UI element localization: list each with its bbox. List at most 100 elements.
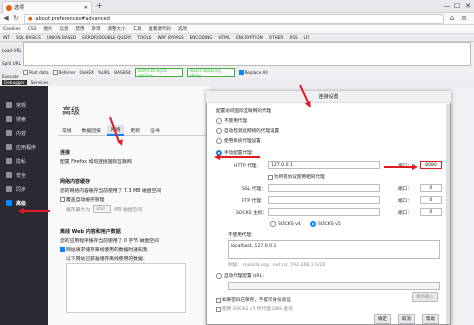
no-proxy-for-textarea[interactable]: localhost, 127.0.0.1	[228, 240, 440, 259]
url-bar[interactable]: ● about:preferences#advanced	[24, 14, 444, 24]
hackbar-url-textarea[interactable]	[23, 42, 471, 66]
hackbar-menu-item[interactable]: ENCODING	[190, 35, 213, 40]
socks-v4-radio[interactable]: SOCKS v4	[270, 221, 301, 227]
menu-icon[interactable]: ≡	[460, 14, 468, 22]
toolbar-item[interactable]: 信息	[59, 26, 68, 32]
toolbar-item[interactable]: 查看源代码	[148, 26, 171, 32]
dialog-scrollbar[interactable]	[446, 104, 450, 324]
auto-proxy-url-radio[interactable]: 自动代理配置 URL：	[216, 273, 267, 279]
firefox-identity-icon: ●	[28, 16, 33, 22]
remote-dns-checkbox[interactable]: 使用 SOCKS v5 时代理 DNS 查询	[216, 306, 293, 312]
toolbar-item[interactable]: 图片	[43, 26, 52, 32]
sidebar-item-applications[interactable]: 应用程序	[0, 140, 48, 154]
http-proxy-input[interactable]: 127.0.0.1	[268, 161, 380, 169]
no-proxy-radio[interactable]: 不使用代理	[216, 118, 247, 124]
help-button[interactable]: 帮助	[422, 314, 439, 324]
socks-v5-radio[interactable]: SOCKS v5	[310, 221, 341, 227]
socks-port-input[interactable]: 0	[420, 208, 442, 216]
cancel-button[interactable]: 取消	[398, 314, 415, 324]
preferences-sidebar: 常规 搜索 内容 应用程序 隐私 安全 同步 高级	[0, 86, 48, 325]
auto-proxy-url-input[interactable]	[228, 282, 440, 290]
reload-icon[interactable]: ↻	[12, 14, 20, 22]
hackbar-menu-item[interactable]: WAF BYPASS	[157, 35, 183, 40]
url-encode-button[interactable]: %URL	[98, 70, 110, 75]
load-url-button[interactable]: Load URL	[2, 44, 22, 57]
tab-certificates[interactable]: 证书	[146, 126, 164, 135]
new-tab-button[interactable]: +	[96, 2, 104, 11]
toolbar-item[interactable]: 调整大小	[107, 26, 125, 32]
hackbar-menu-item[interactable]: UNION BASED	[47, 35, 76, 40]
dialog-title: 连接设置	[206, 91, 451, 103]
referrer-checkbox[interactable]: Referrer	[52, 70, 75, 75]
radio-dot	[216, 273, 222, 279]
hackbar-menu-item[interactable]: TOOLS	[137, 35, 151, 40]
annotation-arrow-head	[18, 208, 24, 214]
hackbar-menu-item[interactable]: HTML	[218, 35, 230, 40]
home-icon[interactable]: ⌂	[448, 14, 456, 22]
reload-button[interactable]: 重新载入	[412, 292, 438, 302]
split-url-button[interactable]: Split URL	[2, 57, 22, 70]
maximize-button[interactable]: ☐	[453, 2, 461, 11]
browser-tab[interactable]: 选项 ✕	[2, 1, 92, 13]
wizard-icon	[6, 200, 12, 206]
hackbar-menu-item[interactable]: ERROR/DOUBLE QUERY	[82, 35, 131, 40]
http-port-input[interactable]: 8080	[420, 161, 442, 169]
hackbar-menu-item[interactable]: OTHER	[269, 35, 284, 40]
sidebar-item-search[interactable]: 搜索	[0, 112, 48, 126]
tab-general[interactable]: 常规	[58, 126, 76, 135]
ftp-proxy-label: FTP 代理：	[242, 199, 266, 204]
hackbar-menu-item[interactable]: XSS	[289, 35, 297, 40]
offline-notify-checkbox[interactable]: 网站请求储存离线使用的数据时通知我	[60, 246, 148, 253]
ftp-proxy-input[interactable]	[268, 196, 380, 204]
ok-button[interactable]: 确定	[374, 314, 391, 324]
hex-button[interactable]: OxHEX	[79, 70, 93, 75]
devtools-strip: Debugger Services	[0, 78, 474, 86]
cache-override-checkbox[interactable]: 覆盖自动缓存管理	[60, 196, 104, 203]
debugger-tab[interactable]: Debugger	[2, 79, 27, 85]
ssl-proxy-input[interactable]	[268, 184, 380, 192]
hackbar-menu-item[interactable]: LFI	[304, 35, 310, 40]
sidebar-item-general[interactable]: 常规	[0, 98, 48, 112]
toolbar-item[interactable]: 工具	[132, 26, 141, 32]
hackbar-menu-item[interactable]: INT	[3, 35, 10, 40]
close-window-button[interactable]: ✕	[464, 2, 472, 11]
minimize-button[interactable]: —	[443, 2, 451, 11]
web-developer-toolbar: Cookies CSS 图片 信息 禁用 杂项 调整大小 工具 查看源代码 选项	[0, 25, 474, 34]
toolbar-item[interactable]: CSS	[28, 27, 37, 32]
auto-detect-radio[interactable]: 自动检测此网络的代理设置	[216, 128, 279, 134]
base64-button[interactable]: BASE64	[114, 70, 130, 75]
close-tab-icon[interactable]: ✕	[84, 5, 88, 11]
sidebar-item-content[interactable]: 内容	[0, 126, 48, 140]
no-prompt-auth-checkbox[interactable]: 如果密码已保存，不提示身份验证	[216, 297, 291, 303]
sidebar-item-security[interactable]: 安全	[0, 168, 48, 182]
system-proxy-radio[interactable]: 使用系统代理设置	[216, 138, 261, 144]
sidebar-item-privacy[interactable]: 隐私	[0, 154, 48, 168]
toolbar-item[interactable]: 杂项	[91, 26, 100, 32]
tab-data-choices[interactable]: 数据回报	[78, 126, 105, 135]
cache-desc: 您的网络内容缓存当前使用了 7.3 MB 磁盘空间	[60, 189, 162, 194]
ssl-port-input[interactable]: 0	[420, 184, 442, 192]
replacing-string-input[interactable]: Insert replacing string	[186, 68, 235, 78]
cache-limit-input[interactable]: 350	[93, 205, 111, 213]
services-tab[interactable]: Services	[31, 80, 49, 85]
search-icon	[6, 116, 12, 122]
sidebar-item-advanced[interactable]: 高级	[0, 196, 48, 210]
offline-sites-list[interactable]	[66, 263, 186, 313]
hackbar-menu-item[interactable]: ENCRYPTION	[236, 35, 263, 40]
checkbox-label: Replace All	[244, 70, 268, 75]
hackbar-menu-item[interactable]: SQL BASICS	[16, 35, 41, 40]
socks-host-input[interactable]	[268, 208, 380, 216]
post-data-checkbox[interactable]: Post data	[23, 70, 49, 75]
checkbox-box	[60, 197, 65, 202]
sidebar-item-sync[interactable]: 同步	[0, 182, 48, 196]
replace-string-input[interactable]: Insert string to replace	[134, 68, 183, 78]
toolbar-item[interactable]: 禁用	[75, 26, 84, 32]
button-label: OxHEX	[79, 70, 94, 75]
toolbar-item[interactable]: 选项	[178, 26, 187, 32]
toolbar-item[interactable]: Cookies	[3, 27, 21, 32]
ftp-port-input[interactable]: 0	[420, 196, 442, 204]
use-all-protocols-checkbox[interactable]: 为所有协议使用相同代理	[268, 174, 325, 180]
tab-update[interactable]: 更新	[126, 126, 144, 135]
back-icon[interactable]: ◀	[2, 14, 10, 22]
replace-all-checkbox[interactable]: Replace All	[238, 70, 268, 75]
